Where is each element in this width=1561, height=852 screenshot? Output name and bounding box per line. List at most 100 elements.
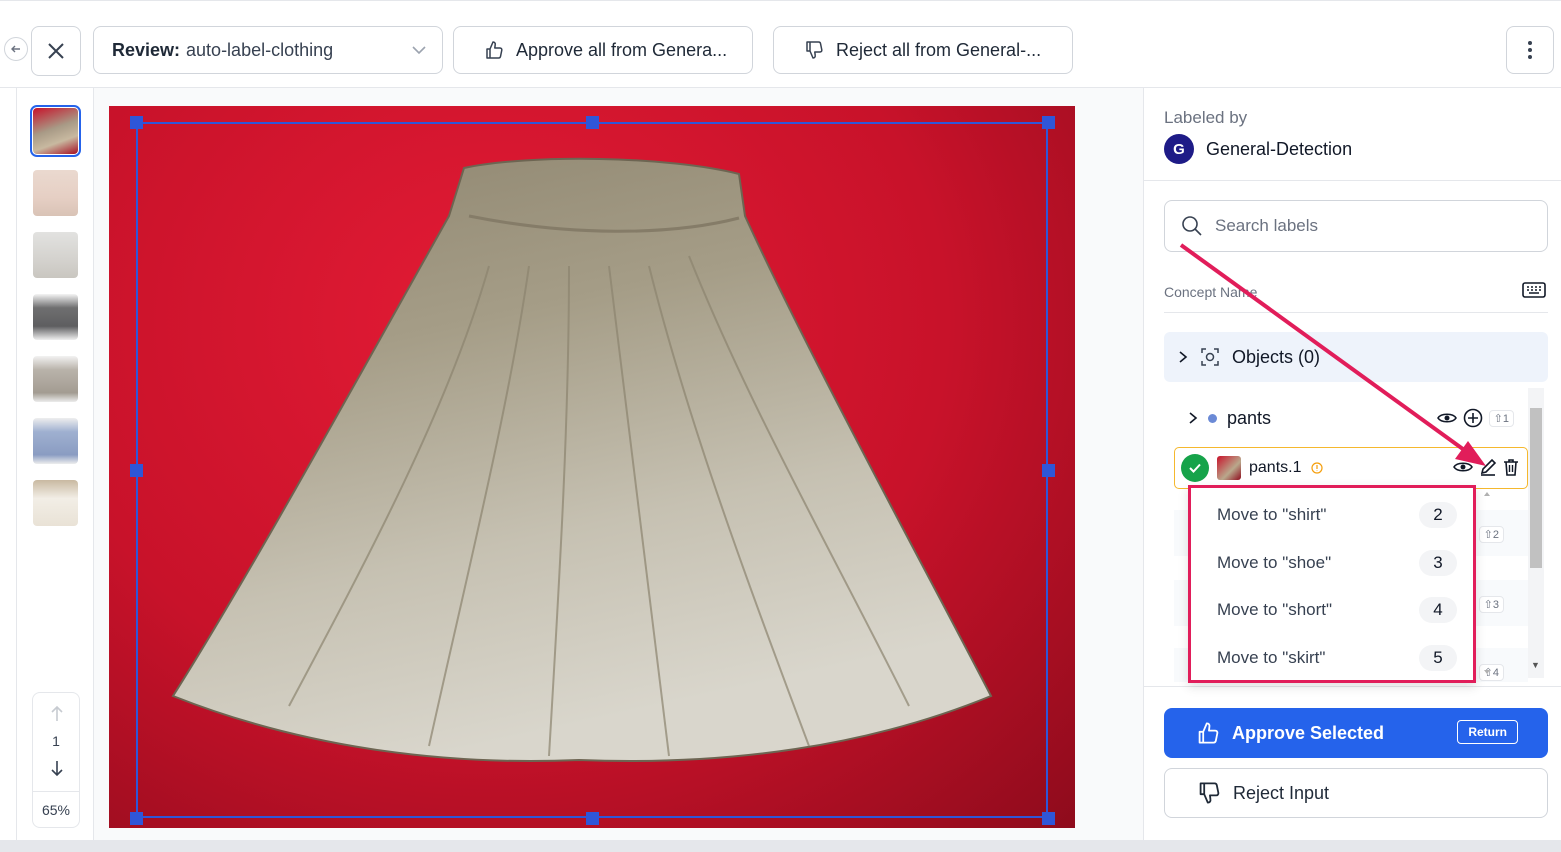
trash-icon[interactable] (1503, 458, 1519, 476)
chevron-right-icon[interactable] (1188, 411, 1198, 425)
concept-color-dot (1208, 413, 1217, 423)
close-button[interactable] (31, 26, 81, 76)
thumbs-down-icon (806, 41, 823, 59)
shortcut-badge: ⇧1 (1488, 409, 1514, 427)
objects-group[interactable]: Objects (0) (1164, 332, 1548, 382)
eye-icon[interactable] (1453, 460, 1473, 474)
menu-item-label: Move to "skirt" (1217, 648, 1326, 667)
thumbnail-item[interactable] (30, 105, 81, 157)
divider (1144, 686, 1561, 687)
chevron-down-icon (412, 46, 426, 55)
thumbnail-item[interactable] (33, 170, 78, 216)
keyboard-icon[interactable] (1522, 282, 1546, 298)
menu-item-label: Move to "short" (1217, 600, 1333, 619)
concept-name: pants (1227, 407, 1272, 428)
thumbnail-item[interactable] (33, 418, 78, 464)
menu-item-label: Move to "shoe" (1217, 553, 1332, 572)
zoom-level[interactable]: 65% (33, 791, 79, 827)
resize-handle[interactable] (1042, 116, 1055, 129)
resize-handle[interactable] (130, 812, 143, 825)
arrow-down-icon[interactable] (49, 759, 65, 777)
shortcut-key: 5 (1419, 645, 1457, 671)
approve-all-label: Approve all from Genera... (516, 39, 728, 60)
close-icon (48, 43, 64, 59)
object-detect-icon (1201, 348, 1219, 366)
labeler: G General-Detection (1164, 134, 1352, 164)
return-shortcut: Return (1457, 720, 1518, 744)
labeled-by-heading: Labeled by (1164, 108, 1248, 127)
shortcut-key: 4 (1419, 597, 1457, 623)
more-options-button[interactable] (1506, 26, 1554, 74)
resize-handle[interactable] (130, 116, 143, 129)
search-input[interactable]: Search labels (1164, 200, 1548, 252)
row-actions: ⇧1 (1436, 408, 1514, 428)
reject-input-button[interactable]: Reject Input (1164, 768, 1548, 818)
thumbs-up-icon (1198, 722, 1219, 744)
list-scrollbar[interactable]: ▼ (1528, 388, 1544, 678)
search-icon (1182, 216, 1202, 236)
scrollbar-thumb[interactable] (1530, 408, 1542, 568)
objects-label: Objects (0) (1232, 346, 1321, 367)
annotation-row-pants-1[interactable]: pants.1 (1174, 447, 1528, 489)
arrow-left-icon (11, 45, 20, 53)
resize-handle[interactable] (586, 812, 599, 825)
shortcut-key: 2 (1419, 502, 1457, 528)
edit-pencil-icon[interactable] (1479, 458, 1497, 476)
thumbnail-item[interactable] (33, 480, 78, 526)
eye-icon[interactable] (1436, 411, 1457, 425)
image-canvas[interactable] (94, 88, 1143, 840)
concept-row-pants[interactable]: pants ⇧1 (1174, 396, 1528, 440)
annotation-thumbnail (1217, 456, 1241, 480)
arrow-up-icon[interactable] (49, 705, 65, 723)
approve-all-button[interactable]: Approve all from Genera... (453, 26, 753, 74)
resize-handle[interactable] (130, 464, 143, 477)
label-panel: Labeled by G General-Detection Search la… (1143, 88, 1561, 840)
annotation-actions (1453, 458, 1519, 476)
search-placeholder: Search labels (1215, 216, 1319, 235)
divider (1164, 312, 1548, 313)
thumbnail-strip: 1 65% (16, 88, 94, 840)
bounding-box[interactable] (136, 122, 1048, 818)
thumbnail-item[interactable] (33, 356, 78, 402)
menu-scrollbar[interactable] (1482, 488, 1492, 680)
scroll-down-icon[interactable]: ▼ (1531, 660, 1540, 670)
bottom-strip (0, 840, 1561, 852)
top-bar: Review: auto-label-clothing Approve all … (0, 0, 1561, 88)
reject-all-label: Reject all from General-... (836, 39, 1042, 60)
resize-handle[interactable] (586, 116, 599, 129)
input-image (109, 106, 1075, 828)
resize-handle[interactable] (1042, 464, 1055, 477)
approve-selected-button[interactable]: Approve Selected Return (1164, 708, 1548, 758)
thumbs-up-icon (486, 41, 503, 59)
thumbnail-item[interactable] (33, 294, 78, 340)
move-to-menu: Move to "shirt" 2 Move to "shoe" 3 Move … (1188, 485, 1476, 683)
collapse-sidebar-button[interactable] (4, 37, 28, 61)
labeler-name: General-Detection (1206, 138, 1353, 159)
page-number: 1 (52, 733, 60, 749)
more-vertical-icon (1528, 41, 1532, 59)
approved-check-icon[interactable] (1181, 454, 1209, 482)
chevron-right-icon (1179, 351, 1188, 363)
annotation-name: pants.1 (1249, 459, 1302, 476)
menu-item-label: Move to "shirt" (1217, 505, 1327, 524)
review-workflow-select[interactable]: Review: auto-label-clothing (93, 26, 443, 74)
shortcut-key: 3 (1419, 550, 1457, 576)
menu-item-move-skirt[interactable]: Move to "skirt" 5 (1217, 643, 1457, 673)
resize-handle[interactable] (1042, 812, 1055, 825)
divider (1144, 180, 1561, 181)
menu-item-move-shoe[interactable]: Move to "shoe" 3 (1217, 548, 1457, 578)
pager: 1 65% (32, 692, 80, 828)
avatar: G (1164, 134, 1194, 164)
menu-item-move-short[interactable]: Move to "short" 4 (1217, 595, 1457, 625)
reject-all-button[interactable]: Reject all from General-... (773, 26, 1073, 74)
thumbs-down-icon (1199, 782, 1220, 804)
thumbnail-item[interactable] (33, 232, 78, 278)
approve-selected-label: Approve Selected (1232, 722, 1385, 743)
info-warning-icon (1311, 462, 1324, 474)
review-value: auto-label-clothing (186, 39, 334, 60)
reject-input-label: Reject Input (1233, 782, 1330, 803)
concept-name-label: Concept Name (1164, 284, 1258, 300)
menu-item-move-shirt[interactable]: Move to "shirt" 2 (1217, 500, 1457, 530)
add-circle-icon[interactable] (1463, 408, 1483, 428)
review-label: Review: (112, 39, 181, 60)
